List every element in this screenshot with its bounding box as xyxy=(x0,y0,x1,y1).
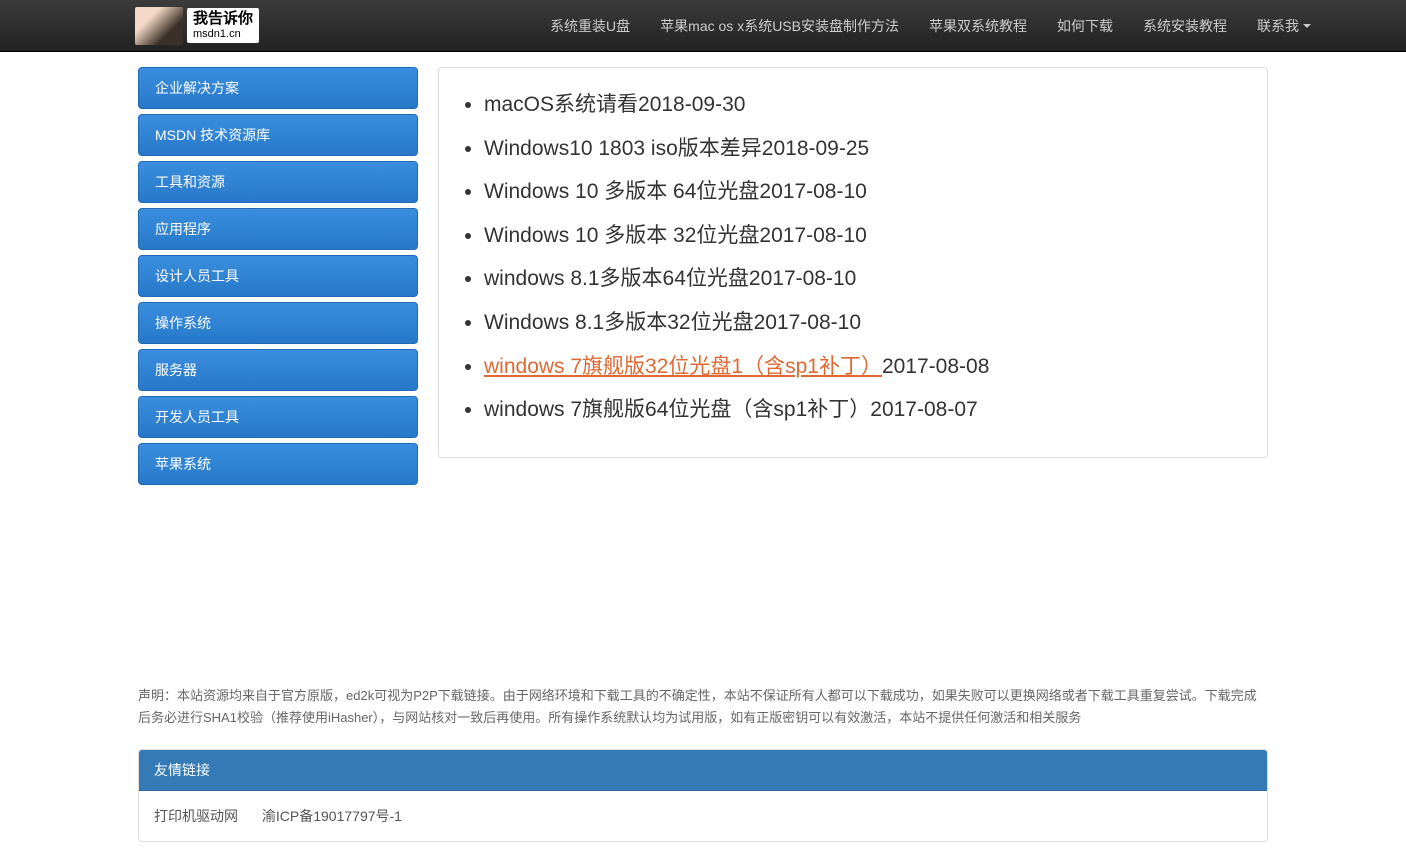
nav-item-dual-boot[interactable]: 苹果双系统教程 xyxy=(914,0,1042,52)
nav-item-how-download[interactable]: 如何下载 xyxy=(1042,0,1128,52)
sidebar: 企业解决方案 MSDN 技术资源库 工具和资源 应用程序 设计人员工具 操作系统… xyxy=(138,67,418,490)
sidebar-item-os[interactable]: 操作系统 xyxy=(138,302,418,344)
post-link[interactable]: Windows 10 多版本 64位光盘 xyxy=(484,180,759,203)
main-container: 企业解决方案 MSDN 技术资源库 工具和资源 应用程序 设计人员工具 操作系统… xyxy=(138,52,1268,505)
sidebar-item-enterprise[interactable]: 企业解决方案 xyxy=(138,67,418,109)
friendlink-icp[interactable]: 渝ICP备19017797号-1 xyxy=(262,808,402,824)
post-link[interactable]: Windows10 1803 iso版本差异 xyxy=(484,137,762,160)
sidebar-item-tools[interactable]: 工具和资源 xyxy=(138,161,418,203)
post-link[interactable]: Windows 10 多版本 32位光盘 xyxy=(484,224,759,247)
list-item: windows 7旗舰版64位光盘（含sp1补丁）2017-08-07 xyxy=(484,393,1237,427)
nav-item-contact[interactable]: 联系我 xyxy=(1242,0,1326,52)
post-link[interactable]: Windows 8.1多版本32位光盘 xyxy=(484,311,754,334)
list-item: Windows10 1803 iso版本差异2018-09-25 xyxy=(484,132,1237,166)
top-navbar: 我告诉你 msdn1.cn 系统重装U盘 苹果mac os x系统USB安装盘制… xyxy=(0,0,1406,52)
nav-item-reinstall[interactable]: 系统重装U盘 xyxy=(535,0,645,52)
post-link-active[interactable]: windows 7旗舰版32位光盘1（含sp1补丁） xyxy=(484,355,882,378)
list-item: macOS系统请看2018-09-30 xyxy=(484,88,1237,122)
post-link[interactable]: macOS系统请看 xyxy=(484,93,638,116)
logo-text: 我告诉你 msdn1.cn xyxy=(187,8,259,43)
disclaimer-text: 声明：本站资源均来自于官方原版，ed2k可视为P2P下载链接。由于网络环境和下载… xyxy=(138,685,1268,729)
nav-item-install-guide[interactable]: 系统安装教程 xyxy=(1128,0,1242,52)
brand-subtitle: msdn1.cn xyxy=(193,28,253,41)
sidebar-item-server[interactable]: 服务器 xyxy=(138,349,418,391)
brand-logo[interactable]: 我告诉你 msdn1.cn xyxy=(135,7,259,45)
brand-title: 我告诉你 xyxy=(193,10,253,28)
nav-links: 系统重装U盘 苹果mac os x系统USB安装盘制作方法 苹果双系统教程 如何… xyxy=(535,0,1326,52)
post-link[interactable]: windows 7旗舰版64位光盘（含sp1补丁） xyxy=(484,398,870,421)
logo-image xyxy=(135,7,183,45)
content-panel: macOS系统请看2018-09-30 Windows10 1803 iso版本… xyxy=(438,67,1268,458)
chevron-down-icon xyxy=(1303,24,1311,28)
list-item: Windows 10 多版本 64位光盘2017-08-10 xyxy=(484,175,1237,209)
friendlinks-panel: 友情链接 打印机驱动网 渝ICP备19017797号-1 xyxy=(138,749,1268,842)
list-item: Windows 10 多版本 32位光盘2017-08-10 xyxy=(484,219,1237,253)
footer: 声明：本站资源均来自于官方原版，ed2k可视为P2P下载链接。由于网络环境和下载… xyxy=(138,685,1268,842)
nav-item-mac-usb[interactable]: 苹果mac os x系统USB安装盘制作方法 xyxy=(645,0,914,52)
sidebar-item-apps[interactable]: 应用程序 xyxy=(138,208,418,250)
friendlinks-body: 打印机驱动网 渝ICP备19017797号-1 xyxy=(139,791,1267,841)
sidebar-item-designer[interactable]: 设计人员工具 xyxy=(138,255,418,297)
post-date: 2017-08-10 xyxy=(754,311,861,334)
sidebar-item-developer[interactable]: 开发人员工具 xyxy=(138,396,418,438)
post-date: 2018-09-25 xyxy=(762,137,869,160)
friendlinks-heading: 友情链接 xyxy=(139,750,1267,791)
sidebar-item-apple[interactable]: 苹果系统 xyxy=(138,443,418,485)
sidebar-item-msdn[interactable]: MSDN 技术资源库 xyxy=(138,114,418,156)
friendlink-printer[interactable]: 打印机驱动网 xyxy=(154,808,238,824)
post-list: macOS系统请看2018-09-30 Windows10 1803 iso版本… xyxy=(469,88,1237,427)
post-date: 2018-09-30 xyxy=(638,93,745,116)
list-item: Windows 8.1多版本32位光盘2017-08-10 xyxy=(484,306,1237,340)
post-link[interactable]: windows 8.1多版本64位光盘 xyxy=(484,267,749,290)
post-date: 2017-08-10 xyxy=(759,180,866,203)
post-date: 2017-08-10 xyxy=(749,267,856,290)
post-date: 2017-08-08 xyxy=(882,355,989,378)
post-date: 2017-08-07 xyxy=(870,398,977,421)
list-item: windows 8.1多版本64位光盘2017-08-10 xyxy=(484,262,1237,296)
list-item: windows 7旗舰版32位光盘1（含sp1补丁）2017-08-08 xyxy=(484,350,1237,384)
post-date: 2017-08-10 xyxy=(759,224,866,247)
